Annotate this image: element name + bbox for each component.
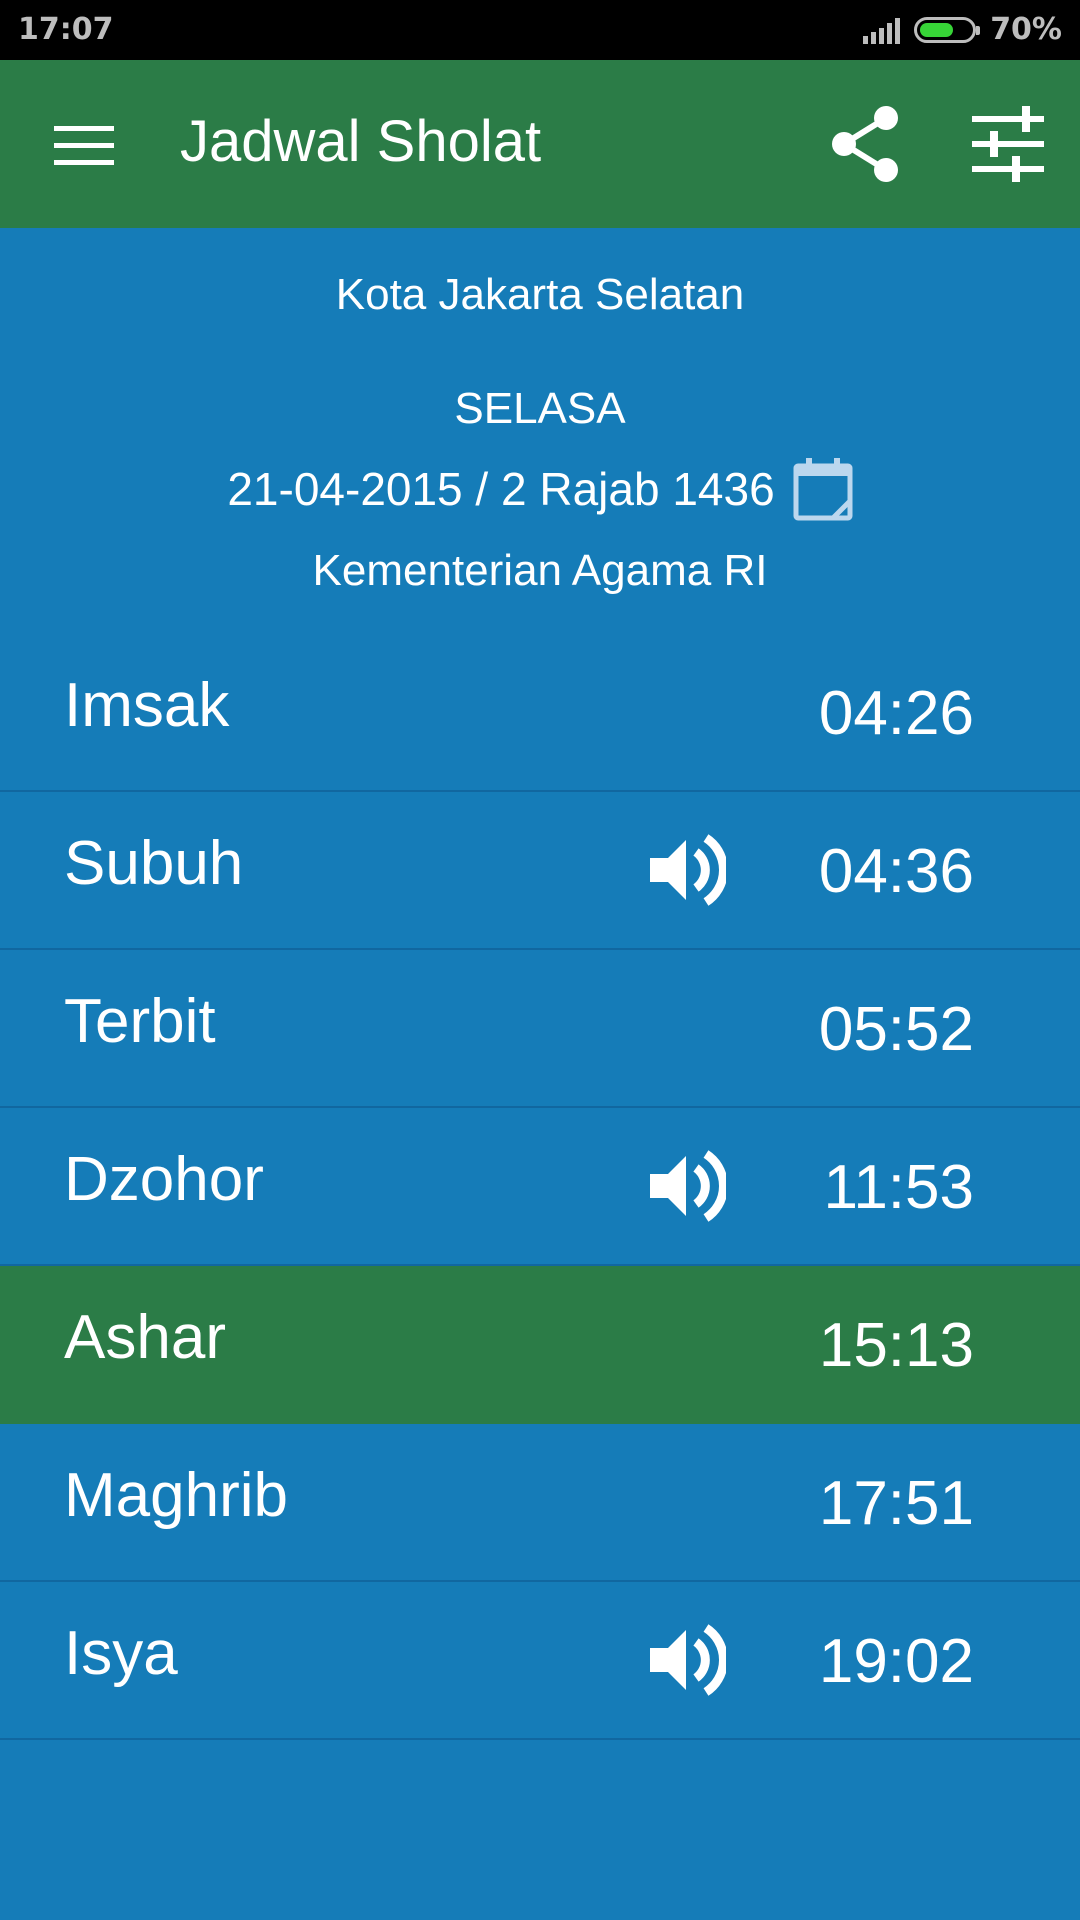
prayer-name: Maghrib bbox=[64, 1461, 288, 1530]
prayer-row-ashar[interactable]: Ashar 15:13 bbox=[0, 1266, 1080, 1424]
prayer-time: 17:51 bbox=[818, 1469, 974, 1538]
date-label: 21-04-2015 / 2 Rajab 1436 bbox=[227, 463, 775, 515]
status-bar: 17:07 70% bbox=[0, 0, 1080, 60]
calendar-icon[interactable] bbox=[793, 456, 853, 522]
prayer-time: 15:13 bbox=[818, 1311, 974, 1380]
battery-percentage: 70% bbox=[990, 12, 1062, 47]
prayer-time: 11:53 bbox=[823, 1153, 974, 1222]
battery-icon bbox=[914, 16, 981, 43]
prayer-name: Imsak bbox=[64, 671, 230, 740]
location-label[interactable]: Kota Jakarta Selatan bbox=[0, 270, 1080, 320]
prayer-name: Dzohor bbox=[64, 1145, 264, 1214]
prayer-time: 04:36 bbox=[818, 837, 974, 906]
prayer-time: 19:02 bbox=[818, 1627, 974, 1696]
speaker-icon[interactable] bbox=[646, 1146, 726, 1226]
prayer-time: 05:52 bbox=[818, 995, 974, 1064]
hamburger-menu-icon[interactable] bbox=[54, 126, 114, 166]
prayer-row-isya[interactable]: Isya 19:02 bbox=[0, 1582, 1080, 1740]
prayer-row-dzohor[interactable]: Dzohor 11:53 bbox=[0, 1108, 1080, 1266]
prayer-time-list: Imsak 04:26 Subuh 04:36 Terbit 05:52 Dzohor 11:… bbox=[0, 634, 1080, 1740]
prayer-row-subuh[interactable]: Subuh 04:36 bbox=[0, 792, 1080, 950]
status-indicators: 70% bbox=[863, 12, 1062, 47]
status-time: 17:07 bbox=[18, 12, 114, 47]
speaker-icon[interactable] bbox=[646, 1620, 726, 1700]
tune-sliders-icon[interactable] bbox=[968, 104, 1048, 184]
prayer-name: Ashar bbox=[64, 1303, 226, 1372]
signal-icon bbox=[863, 16, 901, 44]
prayer-name: Isya bbox=[64, 1619, 178, 1688]
battery-level bbox=[920, 22, 954, 37]
date-row: 21-04-2015 / 2 Rajab 1436 bbox=[0, 456, 1080, 522]
prayer-row-maghrib[interactable]: Maghrib 17:51 bbox=[0, 1424, 1080, 1582]
share-icon[interactable] bbox=[828, 104, 902, 184]
page-title: Jadwal Sholat bbox=[180, 109, 542, 174]
prayer-name: Subuh bbox=[64, 829, 244, 898]
prayer-row-imsak[interactable]: Imsak 04:26 bbox=[0, 634, 1080, 792]
prayer-time: 04:26 bbox=[818, 679, 974, 748]
speaker-icon[interactable] bbox=[646, 830, 726, 910]
prayer-name: Terbit bbox=[64, 987, 216, 1056]
prayer-row-terbit[interactable]: Terbit 05:52 bbox=[0, 950, 1080, 1108]
app-bar: Jadwal Sholat bbox=[0, 60, 1080, 228]
day-label: SELASA bbox=[454, 384, 626, 433]
source-label: Kementerian Agama RI bbox=[312, 546, 768, 595]
